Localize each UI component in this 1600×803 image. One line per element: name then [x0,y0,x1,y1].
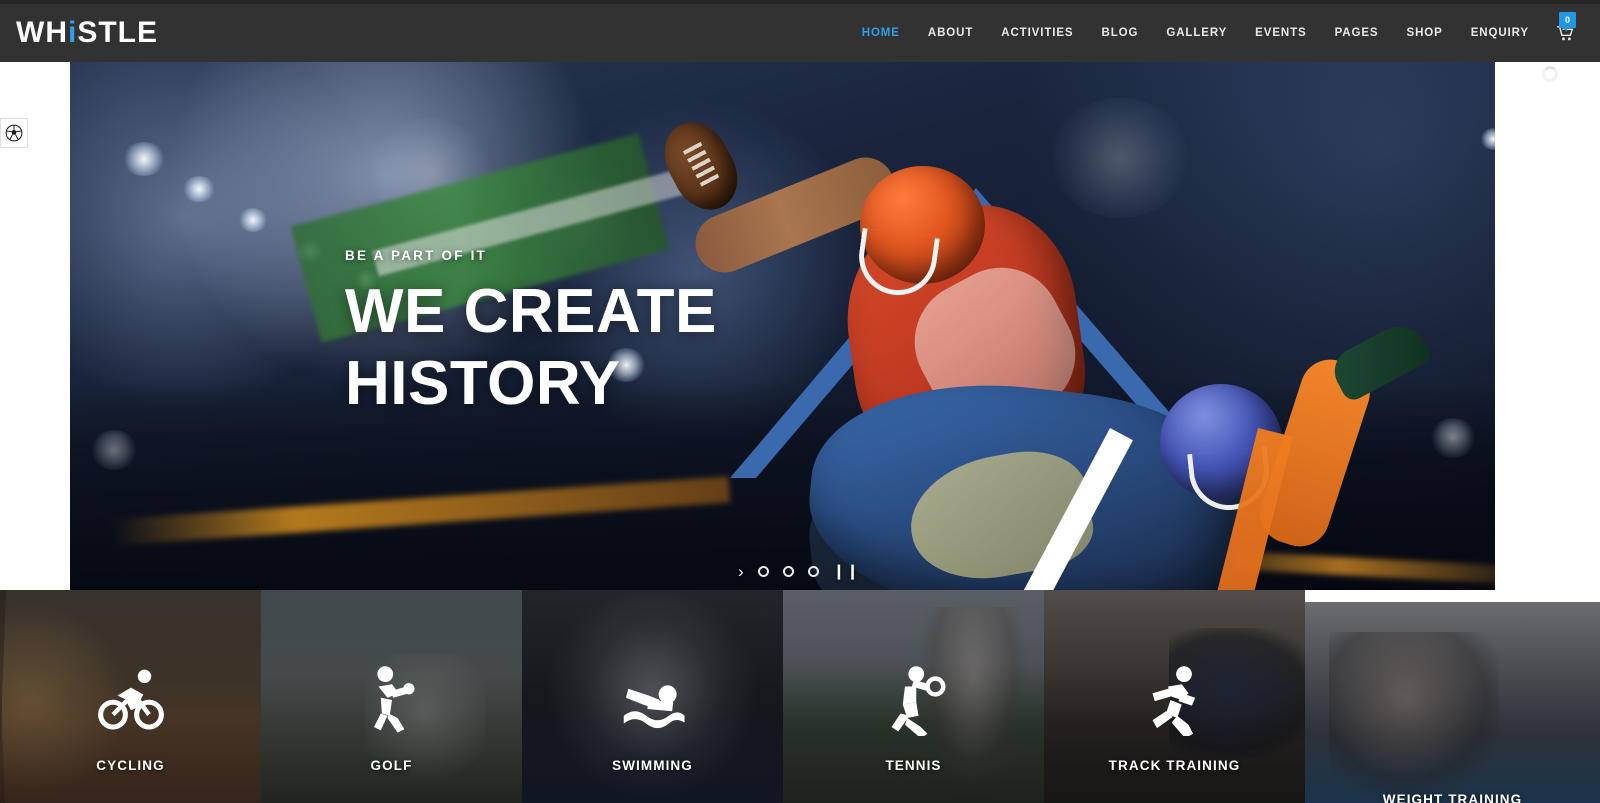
soccer-ball-widget[interactable] [0,118,28,148]
site-logo[interactable]: WHiSTLE [16,18,158,48]
carousel-controls: › ❙❙ [738,563,860,580]
swimmer-icon [617,664,689,736]
nav-item-home[interactable]: HOME [848,21,914,45]
activity-tile-swimming[interactable]: SWIMMING [522,590,783,803]
carousel-dot-2[interactable] [782,566,794,577]
logo-suffix: STLE [77,16,158,49]
carousel-next-arrow[interactable]: › [738,563,744,580]
activity-tile-golf[interactable]: GOLF [261,590,522,803]
nav-item-activities[interactable]: ACTIVITIES [987,21,1087,45]
golfer-icon [356,664,428,736]
activity-tile-tennis[interactable]: TENNIS [783,590,1044,803]
nav-item-enquiry[interactable]: ENQUIRY [1457,21,1543,45]
activity-label: WEIGHT TRAINING [1382,792,1523,803]
site-header: WHiSTLE HOME ABOUT ACTIVITIES BLOG GALLE… [0,0,1600,62]
lens-flare [1050,98,1190,218]
nav-item-gallery[interactable]: GALLERY [1152,21,1241,45]
carousel-dot-1[interactable] [757,566,769,577]
stadium-light [238,208,268,232]
runner-icon [1139,664,1211,739]
logo-accent-letter: i [67,16,78,49]
stadium-light [122,142,166,176]
tile-overlay [1305,602,1600,803]
page-root: WHiSTLE HOME ABOUT ACTIVITIES BLOG GALLE… [0,0,1600,803]
nav-item-pages[interactable]: PAGES [1321,21,1393,45]
cart-button[interactable]: 0 [1543,11,1584,47]
spinner-icon [1542,66,1558,82]
hero-text-block: BE A PART OF IT WE CREATE HISTORY [345,248,717,415]
main-navigation: HOME ABOUT ACTIVITIES BLOG GALLERY EVENT… [848,11,1584,47]
hero-slider[interactable]: BE A PART OF IT WE CREATE HISTORY › ❙❙ [70,58,1495,590]
carousel-dot-3[interactable] [807,566,819,577]
tennis-player-icon [878,664,950,739]
logo-prefix: WH [16,16,68,49]
hero-title-line-1: WE CREATE [345,277,717,346]
activity-label: TENNIS [885,758,942,773]
activity-label: TRACK TRAINING [1108,758,1241,773]
activity-tile-track-training[interactable]: TRACK TRAINING [1044,590,1305,803]
nav-item-about[interactable]: ABOUT [914,21,987,45]
activity-tile-weight-training[interactable]: WEIGHT TRAINING [1305,602,1600,803]
stadium-light [182,176,216,202]
cart-count-badge: 0 [1559,11,1576,32]
activities-strip: CYCLING GOLF SWIMMING TENNIS TRACK TRAIN… [0,590,1600,803]
carousel-pause-button[interactable]: ❙❙ [833,564,860,579]
hero-title: WE CREATE HISTORY [345,281,717,415]
cyclist-icon [95,664,167,736]
soccer-ball-icon [5,124,23,142]
nav-item-events[interactable]: EVENTS [1241,21,1320,45]
nav-item-blog[interactable]: BLOG [1088,21,1153,45]
activity-tile-cycling[interactable]: CYCLING [0,590,261,803]
hero-title-line-2: HISTORY [345,349,621,418]
nav-item-shop[interactable]: SHOP [1393,21,1457,45]
activity-label: GOLF [370,758,413,773]
activity-label: CYCLING [96,758,165,773]
hero-subtitle: BE A PART OF IT [345,248,487,263]
activity-label: SWIMMING [612,758,693,773]
